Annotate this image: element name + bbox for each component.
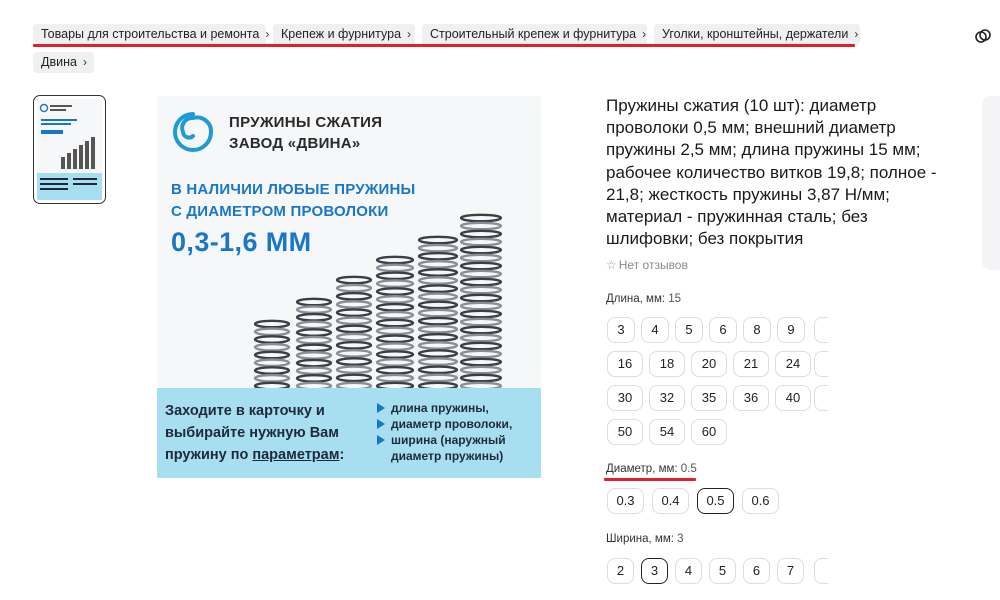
length-option-chip[interactable]: 6 — [709, 317, 737, 343]
width-label: Ширина, мм: 3 — [606, 533, 684, 545]
width-option-chip[interactable]: 3 — [641, 558, 668, 584]
length-option-chip[interactable]: 18 — [649, 351, 685, 377]
product-title: Пружины сжатия (10 шт): диаметр проволок… — [606, 96, 937, 249]
chevron-right-icon: › — [82, 55, 87, 69]
width-option-chip[interactable]: 7 — [777, 558, 804, 584]
breadcrumb-item-construction[interactable]: Товары для строительства и ремонта › — [33, 24, 270, 45]
star-icon: ☆ — [606, 258, 617, 272]
diameter-option-chip[interactable]: 0.4 — [652, 488, 689, 514]
breadcrumb-item-building-fasteners[interactable]: Строительный крепеж и фурнитура › — [422, 24, 647, 45]
length-option-chip[interactable]: 50 — [607, 419, 643, 445]
option-chip-partial[interactable] — [814, 558, 828, 584]
width-option-chip[interactable]: 4 — [675, 558, 702, 584]
diameter-option-chip[interactable]: 0.3 — [607, 488, 644, 514]
breadcrumb-label: Крепеж и фурнитура — [281, 27, 402, 41]
chevron-right-icon: › — [854, 27, 859, 41]
length-option-chip[interactable]: 32 — [649, 385, 685, 411]
breadcrumb-label: Товары для строительства и ремонта — [41, 27, 260, 41]
brand-logo-icon — [173, 112, 213, 152]
width-option-chip[interactable]: 2 — [607, 558, 634, 584]
compare-icon[interactable] — [975, 28, 991, 44]
image-thumbnail[interactable] — [33, 95, 106, 204]
spring-shape — [253, 319, 291, 391]
length-option-chip[interactable]: 8 — [743, 317, 771, 343]
length-option-chip[interactable]: 35 — [691, 385, 727, 411]
width-option-chip[interactable]: 6 — [743, 558, 770, 584]
length-option-chip[interactable]: 3 — [607, 317, 635, 343]
diameter-option-chip[interactable]: 0.5 — [697, 488, 734, 514]
highlight-underline — [33, 44, 855, 47]
image-info-panel: Заходите в карточку и выбирайте нужную В… — [157, 388, 541, 478]
diameter-option-chip[interactable]: 0.6 — [742, 488, 779, 514]
product-image[interactable]: ПРУЖИНЫ СЖАТИЯ ЗАВОД «ДВИНА» В НАЛИЧИИ Л… — [157, 96, 541, 478]
length-option-chip[interactable]: 9 — [777, 317, 805, 343]
spring-shape — [459, 213, 503, 391]
diameter-label: Диаметр, мм: 0.5 — [606, 463, 697, 475]
length-option-chip[interactable]: 4 — [641, 317, 669, 343]
breadcrumb-label: Уголки, кронштейны, держатели — [662, 27, 849, 41]
thumbnail-preview — [37, 99, 102, 200]
spring-shape — [375, 255, 415, 391]
spring-shape — [417, 235, 459, 391]
length-label: Длина, мм: 15 — [606, 293, 682, 305]
chevron-right-icon: › — [642, 27, 647, 41]
breadcrumb-item-fasteners[interactable]: Крепеж и фурнитура › — [273, 24, 415, 45]
reviews-link[interactable]: ☆ Нет отзывов — [606, 258, 688, 272]
length-option-chip[interactable]: 54 — [649, 419, 685, 445]
image-title: ПРУЖИНЫ СЖАТИЯ ЗАВОД «ДВИНА» — [229, 114, 383, 152]
breadcrumb-label: Двина — [41, 55, 77, 69]
offer-card-edge — [982, 96, 1000, 270]
breadcrumb-item-brackets[interactable]: Уголки, кронштейны, держатели › — [654, 24, 860, 45]
length-option-chip[interactable]: 20 — [691, 351, 727, 377]
spring-shape — [295, 297, 333, 391]
breadcrumb-item-brand[interactable]: Двина › — [33, 52, 94, 73]
length-option-chip[interactable]: 16 — [607, 351, 643, 377]
highlight-underline — [604, 478, 696, 481]
length-option-chip[interactable]: 24 — [775, 351, 811, 377]
breadcrumb-label: Строительный крепеж и фурнитура — [430, 27, 637, 41]
length-option-chip[interactable]: 5 — [675, 317, 703, 343]
spring-shape — [335, 275, 373, 391]
option-chip-partial[interactable] — [814, 385, 828, 411]
chevron-right-icon: › — [407, 27, 412, 41]
length-option-chip[interactable]: 60 — [691, 419, 727, 445]
chevron-right-icon: › — [265, 27, 270, 41]
width-option-chip[interactable]: 5 — [709, 558, 736, 584]
length-option-chip[interactable]: 30 — [607, 385, 643, 411]
length-option-chip[interactable]: 21 — [733, 351, 769, 377]
springs-illustration — [253, 213, 503, 391]
option-chip-partial[interactable] — [814, 351, 828, 377]
length-option-chip[interactable]: 40 — [775, 385, 811, 411]
length-option-chip[interactable]: 36 — [733, 385, 769, 411]
option-chip-partial[interactable] — [814, 317, 828, 343]
